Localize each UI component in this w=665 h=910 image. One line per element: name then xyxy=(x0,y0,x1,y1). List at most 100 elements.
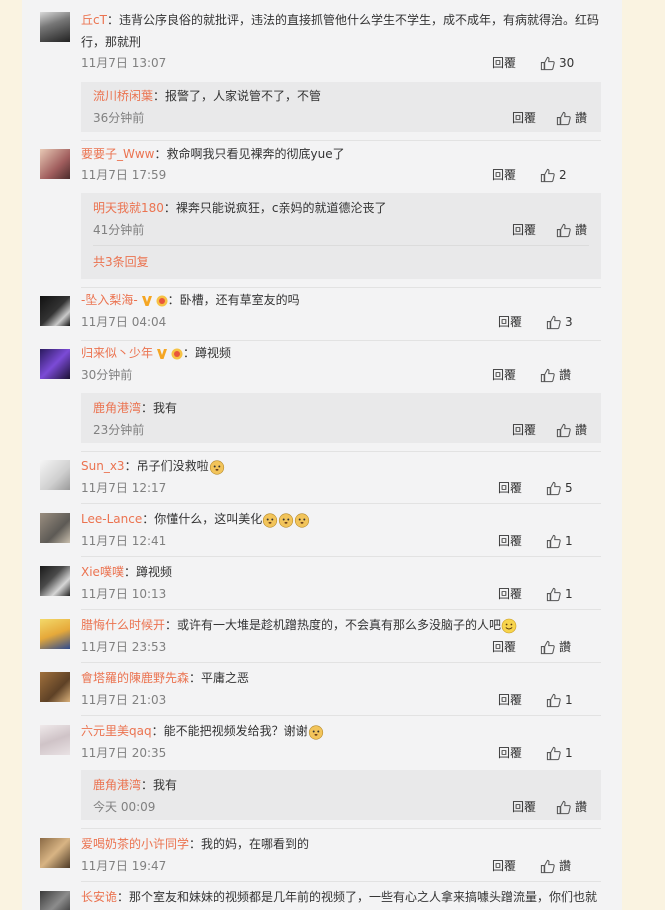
like-button[interactable]: 讚 xyxy=(556,796,587,818)
reply-button[interactable]: 回覆 xyxy=(492,855,516,877)
user-name[interactable]: 长安诡 xyxy=(81,890,117,904)
reply-actions: 回覆 讚 xyxy=(512,219,602,241)
user-name[interactable]: 归来似丶少年 xyxy=(81,346,153,360)
reply-button[interactable]: 回覆 xyxy=(492,636,516,658)
user-name[interactable]: 鹿角港湾 xyxy=(93,401,141,415)
like-count: 3 xyxy=(565,315,573,329)
divider xyxy=(81,451,601,452)
like-button[interactable]: 讚 xyxy=(556,107,587,129)
like-button[interactable]: 讚 xyxy=(556,419,587,441)
doge-emoji-icon xyxy=(295,512,310,528)
comment-text: ：违背公序良俗的就批评，违法的直接抓管他什么学生不学生，成不成年，有病就得治。红… xyxy=(81,13,599,49)
comment-actions: 回覆 2 xyxy=(492,164,622,186)
user-name[interactable]: Lee-Lance xyxy=(81,512,142,526)
user-name[interactable]: 六元里美qaq xyxy=(81,724,152,738)
comment-time: 11月7日 21:03 xyxy=(81,693,167,707)
divider xyxy=(81,340,601,341)
reply-button[interactable]: 回覆 xyxy=(512,419,536,441)
like-button[interactable]: 讚 xyxy=(540,855,571,877)
like-button[interactable]: 2 xyxy=(540,164,567,186)
more-replies-link[interactable]: 共3条回复 xyxy=(93,251,149,273)
comment-text: ：那个室友和妹妹的视频都是几年前的视频了，一些有心之人拿来搞噱头蹭流量，你们也就 xyxy=(117,890,598,904)
thumbs-up-icon xyxy=(540,368,555,382)
reply-button[interactable]: 回覆 xyxy=(512,796,536,818)
user-name[interactable]: 流川桥闲葉 xyxy=(93,89,153,103)
divider xyxy=(81,609,601,610)
reply-button[interactable]: 回覆 xyxy=(498,477,522,499)
like-button[interactable]: 讚 xyxy=(540,364,571,386)
thumbs-up-icon xyxy=(556,423,571,437)
comment-body: Xie噗噗：蹲视频 xyxy=(81,561,172,583)
like-button[interactable]: 5 xyxy=(546,477,573,499)
divider xyxy=(81,503,601,504)
comment-text: ：能不能把视频发给我？谢谢 xyxy=(151,724,308,738)
like-button[interactable]: 1 xyxy=(546,583,573,605)
avatar[interactable] xyxy=(40,149,70,179)
user-name[interactable]: 明天我就180 xyxy=(93,201,164,215)
reply-button[interactable]: 回覆 xyxy=(498,530,522,552)
doge-emoji-icon xyxy=(263,512,278,528)
avatar[interactable] xyxy=(40,725,70,755)
like-button[interactable]: 1 xyxy=(546,530,573,552)
reply-button[interactable]: 回覆 xyxy=(512,219,536,241)
reply-box: 明天我就180：裸奔只能说疯狂，c亲妈的就道德沦丧了 41分钟前 回覆 讚 共3… xyxy=(81,193,601,279)
comment-time: 11月7日 12:41 xyxy=(81,534,167,548)
doge-emoji-icon xyxy=(279,512,294,528)
like-button[interactable]: 讚 xyxy=(556,219,587,241)
user-name[interactable]: 要要子_Www xyxy=(81,147,155,161)
like-count: 30 xyxy=(559,56,575,70)
like-button[interactable]: 3 xyxy=(546,311,573,333)
like-button[interactable]: 1 xyxy=(546,742,573,764)
avatar[interactable] xyxy=(40,296,70,326)
doge-emoji-icon xyxy=(308,724,323,740)
reply-button[interactable]: 回覆 xyxy=(492,52,516,74)
like-count: 讚 xyxy=(559,640,572,654)
avatar[interactable] xyxy=(40,12,70,42)
avatar[interactable] xyxy=(40,619,70,649)
comment-time: 11月7日 12:17 xyxy=(81,481,167,495)
smile-emoji-icon xyxy=(501,618,517,633)
comment-body: -坠入梨海- ：卧槽，还有草室友的吗 xyxy=(81,289,300,311)
like-button[interactable]: 30 xyxy=(540,52,574,74)
reply-actions: 回覆 讚 xyxy=(512,419,602,441)
user-name[interactable]: 丘cT xyxy=(81,13,107,27)
reply-button[interactable]: 回覆 xyxy=(512,107,536,129)
reply-actions: 回覆 讚 xyxy=(512,796,602,818)
avatar[interactable] xyxy=(40,513,70,543)
avatar[interactable] xyxy=(40,891,70,910)
reply-time: 23分钟前 xyxy=(93,423,145,437)
thumbs-up-icon xyxy=(556,111,571,125)
user-name[interactable]: Sun_x3 xyxy=(81,459,125,473)
avatar[interactable] xyxy=(40,838,70,868)
like-button[interactable]: 1 xyxy=(546,689,573,711)
like-count: 1 xyxy=(565,746,573,760)
user-name[interactable]: 腊悔什么时候开 xyxy=(81,618,165,632)
reply-button[interactable]: 回覆 xyxy=(498,689,522,711)
comment-time: 11月7日 04:04 xyxy=(81,315,167,329)
comment-actions: 回覆 5 xyxy=(492,477,622,499)
user-name[interactable]: -坠入梨海- xyxy=(81,293,138,307)
divider xyxy=(93,245,589,246)
reply-button[interactable]: 回覆 xyxy=(498,311,522,333)
avatar[interactable] xyxy=(40,672,70,702)
comment-text: ：救命啊我只看见裸奔的彻底yue了 xyxy=(154,147,345,161)
comment-body: Lee-Lance：你懂什么，这叫美化 xyxy=(81,508,310,530)
reply-button[interactable]: 回覆 xyxy=(492,364,516,386)
reply-button[interactable]: 回覆 xyxy=(498,583,522,605)
thumbs-up-icon xyxy=(540,640,555,654)
like-button[interactable]: 讚 xyxy=(540,636,571,658)
comment-actions: 回覆 讚 xyxy=(492,364,622,386)
avatar[interactable] xyxy=(40,460,70,490)
avatar[interactable] xyxy=(40,349,70,379)
reply-button[interactable]: 回覆 xyxy=(492,164,516,186)
comment-actions: 回覆 讚 xyxy=(492,855,622,877)
like-count: 1 xyxy=(565,587,573,601)
reply-text: ：我有 xyxy=(141,778,178,792)
user-name[interactable]: 鹿角港湾 xyxy=(93,778,141,792)
reply-button[interactable]: 回覆 xyxy=(498,742,522,764)
user-name[interactable]: Xie噗噗 xyxy=(81,565,124,579)
avatar[interactable] xyxy=(40,566,70,596)
user-name[interactable]: 會塔羅的陳鹿野先森 xyxy=(81,671,189,685)
user-name[interactable]: 爱喝奶茶的小许同学 xyxy=(81,837,189,851)
thumbs-up-icon xyxy=(540,859,555,873)
